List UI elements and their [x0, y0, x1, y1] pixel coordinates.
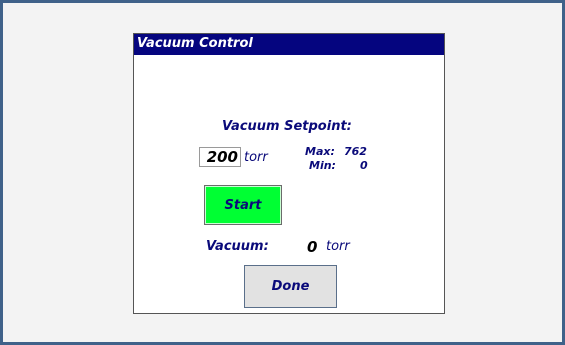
app-frame: Vacuum Control Vacuum Setpoint: torr Max… — [0, 0, 565, 345]
setpoint-heading: Vacuum Setpoint: — [222, 119, 352, 134]
max-label: Max: — [305, 145, 335, 158]
done-button[interactable]: Done — [244, 265, 337, 308]
vacuum-control-dialog: Vacuum Control Vacuum Setpoint: torr Max… — [133, 33, 445, 314]
setpoint-input[interactable] — [199, 147, 241, 167]
vacuum-unit-label: torr — [326, 239, 350, 254]
start-button[interactable]: Start — [204, 185, 282, 225]
vacuum-value: 0 — [307, 238, 318, 256]
dialog-title: Vacuum Control — [137, 36, 253, 51]
max-value: 762 — [344, 145, 367, 158]
start-button-label: Start — [224, 197, 262, 213]
min-value: 0 — [360, 159, 368, 172]
dialog-title-bar: Vacuum Control — [134, 34, 444, 55]
setpoint-unit-label: torr — [244, 150, 268, 165]
vacuum-label: Vacuum: — [206, 239, 269, 254]
done-button-label: Done — [271, 279, 310, 294]
min-label: Min: — [309, 159, 336, 172]
